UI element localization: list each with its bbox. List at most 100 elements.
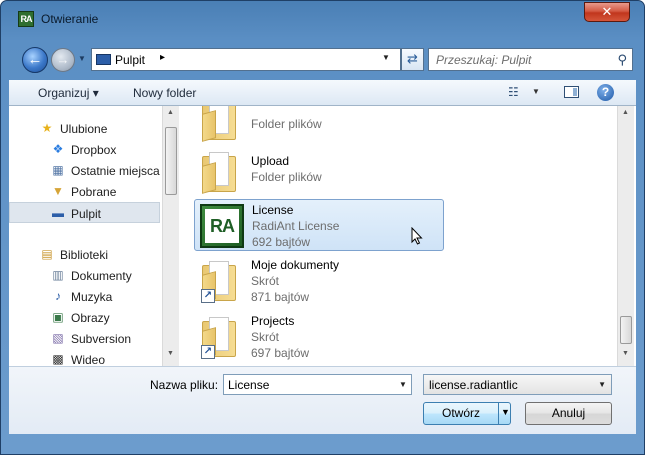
search-input[interactable]: Przeszukaj: Pulpit ⚲	[428, 48, 633, 71]
sidebar-item-dropbox[interactable]: ❖ Dropbox	[9, 139, 160, 160]
view-options-dropdown-icon[interactable]: ▼	[532, 87, 540, 96]
mouse-cursor-icon	[411, 227, 423, 245]
file-list-scrollbar[interactable]: ▲ ▼	[617, 106, 634, 366]
scrollbar-thumb[interactable]	[620, 316, 632, 344]
open-file-dialog: RA Otwieranie ✕ ← → ▼ Pulpit ▸ ▼ ⇄ Przes…	[0, 0, 645, 455]
file-size: 692 bajtów	[252, 235, 311, 249]
pictures-icon: ▣	[52, 310, 64, 324]
file-type: Folder plików	[251, 170, 322, 184]
shortcut-arrow-icon: ↗	[201, 289, 215, 303]
help-button[interactable]: ?	[597, 84, 614, 101]
radiant-license-icon-text: RA	[205, 209, 239, 243]
desktop-icon: ▬	[52, 206, 64, 220]
change-view-icon[interactable]: ☷	[508, 85, 524, 99]
refresh-icon: ⇄	[407, 51, 418, 66]
file-item-folder[interactable]: Folder plików	[194, 106, 444, 146]
chevron-down-icon: ▼	[598, 380, 606, 389]
scroll-up-icon[interactable]: ▲	[622, 109, 629, 116]
navigation-scrollbar[interactable]: ▲ ▼	[162, 106, 179, 366]
refresh-button[interactable]: ⇄	[401, 48, 424, 71]
file-name: License	[252, 203, 294, 217]
address-location[interactable]: Pulpit	[115, 53, 145, 67]
dialog-footer: Nazwa pliku: ▼ license.radiantlic ▼ Otwó…	[9, 366, 636, 434]
open-button-label: Otwórz	[441, 406, 480, 420]
file-size: 697 bajtów	[251, 346, 310, 360]
window-title: Otwieranie	[41, 12, 99, 26]
sidebar-item-desktop[interactable]: ▬ Pulpit	[9, 202, 160, 223]
sidebar-item-label: Muzyka	[71, 290, 113, 304]
sidebar-item-label: Biblioteki	[60, 248, 109, 262]
video-icon: ▩	[52, 352, 64, 366]
recent-places-icon: ▦	[52, 163, 64, 177]
file-type-select[interactable]: license.radiantlic ▼	[423, 374, 612, 395]
sidebar-item-label: Pulpit	[71, 207, 102, 221]
sidebar-item-label: Ostatnie miejsca	[71, 164, 160, 178]
file-list: Folder plików Upload Folder plików RA Li…	[180, 106, 617, 366]
address-dropdown-icon[interactable]: ▼	[382, 53, 390, 62]
sidebar-item-recent-places[interactable]: ▦ Ostatnie miejsca	[9, 160, 160, 181]
filename-input[interactable]	[223, 374, 412, 395]
file-type: RadiAnt License	[252, 219, 340, 233]
filename-label: Nazwa pliku:	[150, 378, 219, 392]
file-item-projects[interactable]: ↗ Projects Skrót 697 bajtów	[194, 311, 444, 363]
title-bar[interactable]: RA Otwieranie ✕	[1, 1, 644, 37]
documents-icon: ▥	[52, 268, 64, 282]
search-icon[interactable]: ⚲	[617, 52, 627, 68]
content-area: ★ Ulubione ❖ Dropbox ▦ Ostatnie miejsca …	[9, 106, 636, 366]
cancel-button[interactable]: Anuluj	[525, 402, 612, 425]
sidebar-item-downloads[interactable]: ▼ Pobrane	[9, 181, 160, 202]
back-button[interactable]: ←	[22, 47, 48, 73]
sidebar-item-libraries[interactable]: ▤ Biblioteki	[9, 244, 160, 265]
file-type: Skrót	[251, 274, 280, 288]
file-name: Moje dokumenty	[251, 258, 340, 272]
scrollbar-thumb[interactable]	[165, 127, 177, 195]
recent-pages-dropdown-icon[interactable]: ▼	[78, 54, 88, 64]
filename-history-dropdown-icon[interactable]: ▼	[399, 380, 407, 389]
libraries-icon: ▤	[41, 247, 53, 261]
address-bar[interactable]: Pulpit ▸ ▼	[91, 48, 401, 71]
breadcrumb-chevron-icon[interactable]: ▸	[160, 52, 165, 63]
preview-pane-icon[interactable]	[564, 86, 579, 98]
radiant-app-icon: RA	[18, 11, 34, 27]
scroll-up-icon[interactable]: ▲	[167, 109, 174, 116]
file-item-license[interactable]: RA License RadiAnt License 692 bajtów	[194, 199, 444, 251]
navigation-bar: ← → ▼ Pulpit ▸ ▼ ⇄ Przeszukaj: Pulpit ⚲	[9, 43, 636, 75]
sidebar-item-music[interactable]: ♪ Muzyka	[9, 286, 160, 307]
file-name: Projects	[251, 314, 295, 328]
sidebar-item-label: Dokumenty	[71, 269, 132, 283]
folder-icon	[200, 150, 238, 194]
file-item-upload[interactable]: Upload Folder plików	[194, 146, 444, 198]
sidebar-item-subversion[interactable]: ▧ Subversion	[9, 328, 160, 349]
search-placeholder: Przeszukaj: Pulpit	[436, 53, 532, 67]
sidebar-item-favorites[interactable]: ★ Ulubione	[9, 118, 160, 139]
sidebar-item-label: Obrazy	[71, 311, 110, 325]
navigation-pane: ★ Ulubione ❖ Dropbox ▦ Ostatnie miejsca …	[9, 106, 162, 366]
star-icon: ★	[41, 121, 53, 135]
new-folder-button[interactable]: Nowy folder	[133, 86, 196, 100]
sidebar-item-documents[interactable]: ▥ Dokumenty	[9, 265, 160, 286]
folder-icon	[200, 106, 238, 142]
forward-button[interactable]: →	[51, 48, 75, 72]
close-button[interactable]: ✕	[584, 2, 630, 22]
file-item-moje-dokumenty[interactable]: ↗ Moje dokumenty Skrót 871 bajtów	[194, 255, 444, 307]
sidebar-item-pictures[interactable]: ▣ Obrazy	[9, 307, 160, 328]
downloads-icon: ▼	[52, 184, 64, 198]
folder-shortcut-icon: ↗	[200, 315, 238, 359]
music-icon: ♪	[55, 289, 61, 303]
scroll-down-icon[interactable]: ▼	[622, 350, 629, 357]
file-type: Skrót	[251, 330, 280, 344]
sidebar-item-label: Ulubione	[60, 122, 108, 136]
organize-button[interactable]: Organizuj ▾	[38, 86, 99, 100]
sidebar-item-label: Pobrane	[71, 185, 117, 199]
radiant-license-icon: RA	[200, 204, 244, 248]
folder-shortcut-icon: ↗	[200, 259, 238, 303]
file-name: Upload	[251, 154, 290, 168]
scroll-down-icon[interactable]: ▼	[167, 350, 174, 357]
subversion-icon: ▧	[52, 331, 64, 345]
open-button[interactable]: Otwórz ▼	[423, 402, 511, 425]
file-size: 871 bajtów	[251, 290, 310, 304]
sidebar-item-label: Dropbox	[71, 143, 117, 157]
sidebar-item-video[interactable]: ▩ Wideo	[9, 349, 160, 367]
sidebar-item-label: Subversion	[71, 332, 132, 346]
open-options-dropdown-icon[interactable]: ▼	[498, 402, 512, 425]
